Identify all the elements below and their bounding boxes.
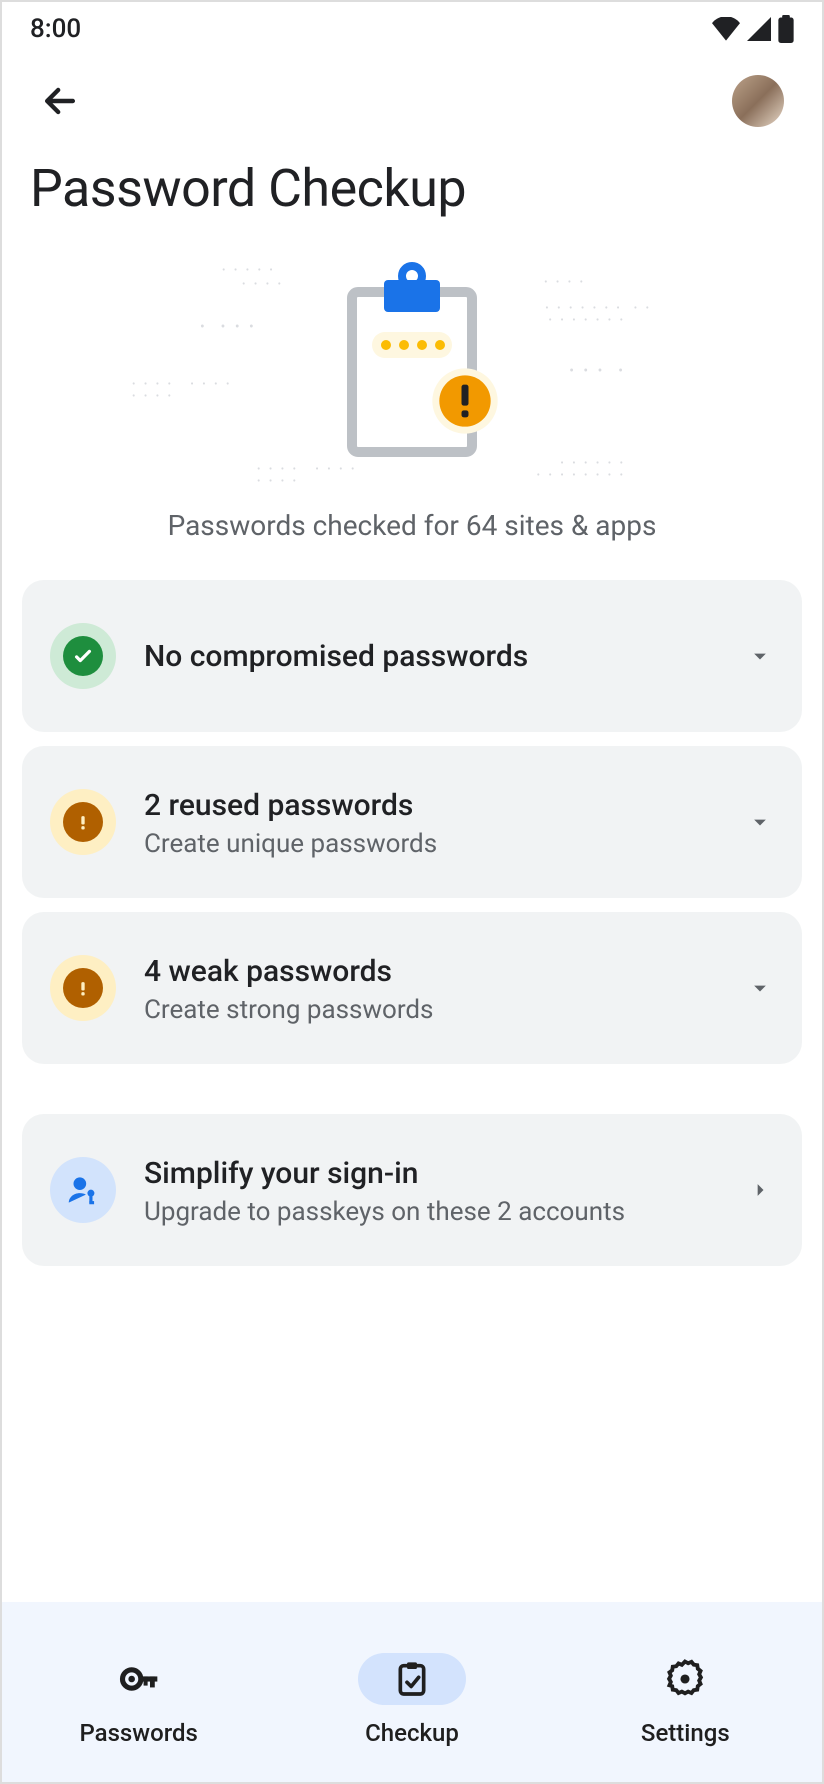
card-title: 4 weak passwords (144, 952, 746, 991)
back-arrow-icon[interactable] (38, 79, 82, 123)
chevron-right-icon (746, 1176, 774, 1204)
compromised-passwords-card[interactable]: No compromised passwords (22, 580, 802, 732)
bottom-nav: Passwords Checkup Settings (2, 1602, 822, 1782)
page-title: Password Checkup (2, 146, 822, 239)
weak-passwords-card[interactable]: 4 weak passwords Create strong passwords (22, 912, 802, 1064)
card-subtitle: Upgrade to passkeys on these 2 accounts (144, 1197, 746, 1227)
nav-label: Checkup (365, 1719, 459, 1747)
checkup-subtitle: Passwords checked for 64 sites & apps (2, 489, 822, 580)
card-title: 2 reused passwords (144, 786, 746, 825)
card-subtitle: Create unique passwords (144, 829, 746, 859)
nav-checkup[interactable]: Checkup (275, 1602, 548, 1782)
key-icon (117, 1657, 161, 1701)
nav-passwords[interactable]: Passwords (2, 1602, 275, 1782)
checkup-illustration: • • • • • • • • • • • • • • • • • • • • … (2, 239, 822, 489)
status-time: 8:00 (30, 14, 81, 44)
nav-label: Settings (641, 1719, 730, 1747)
wifi-icon (712, 17, 740, 41)
check-icon (50, 623, 116, 689)
warning-badge-icon (430, 366, 500, 436)
card-title: No compromised passwords (144, 637, 746, 676)
battery-icon (778, 15, 794, 43)
warning-icon (50, 789, 116, 855)
nav-label: Passwords (79, 1719, 197, 1747)
warning-icon (50, 955, 116, 1021)
cellular-icon (746, 17, 772, 41)
passkey-icon (50, 1157, 116, 1223)
reused-passwords-card[interactable]: 2 reused passwords Create unique passwor… (22, 746, 802, 898)
card-title: Simplify your sign-in (144, 1154, 746, 1193)
status-bar: 8:00 (2, 2, 822, 56)
nav-settings[interactable]: Settings (549, 1602, 822, 1782)
checkup-cards: No compromised passwords 2 reused passwo… (2, 580, 822, 1266)
chevron-down-icon (746, 642, 774, 670)
status-icons (712, 15, 794, 43)
chevron-down-icon (746, 974, 774, 1002)
chevron-down-icon (746, 808, 774, 836)
gear-icon (664, 1658, 706, 1700)
top-bar (2, 56, 822, 146)
passkeys-upgrade-card[interactable]: Simplify your sign-in Upgrade to passkey… (22, 1114, 802, 1266)
profile-avatar[interactable] (732, 75, 784, 127)
card-subtitle: Create strong passwords (144, 995, 746, 1025)
clipboard-check-icon (392, 1659, 432, 1699)
